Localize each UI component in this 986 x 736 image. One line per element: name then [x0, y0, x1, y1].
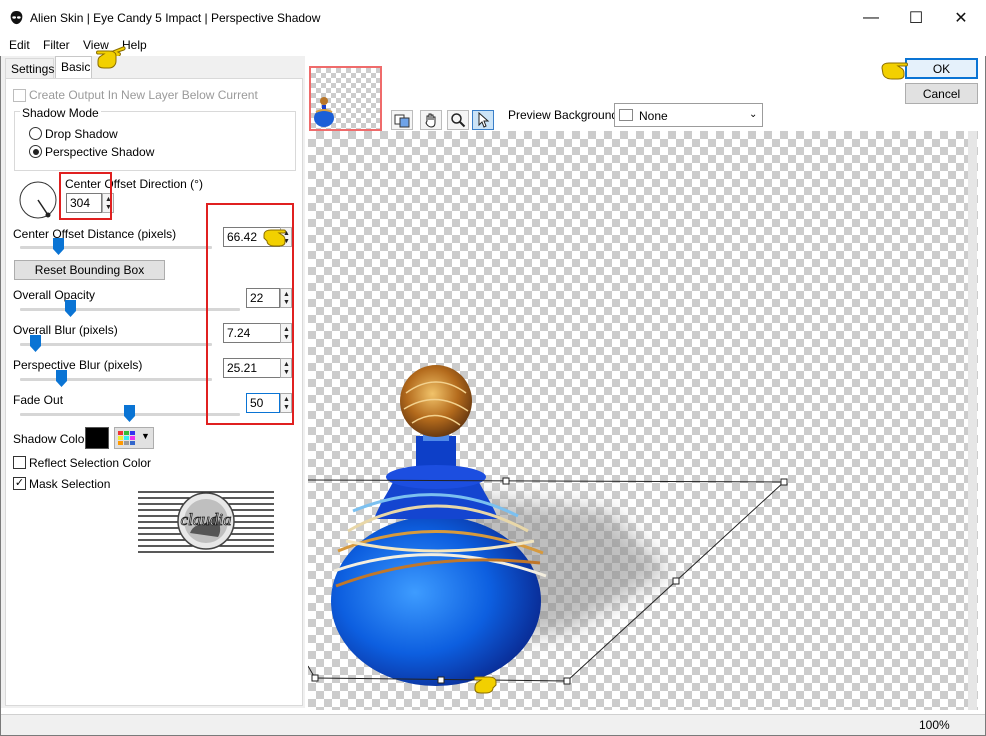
navigator-thumbnail[interactable] [309, 66, 382, 131]
distance-label: Center Offset Distance (pixels) [13, 227, 177, 241]
shadow-color-label: Shadow Color [13, 432, 89, 446]
shadow-color-swatch[interactable] [85, 427, 109, 449]
cancel-button[interactable]: Cancel [905, 83, 978, 104]
preview-background-label: Preview Background: [508, 108, 622, 122]
shadow-mode-label: Shadow Mode [20, 106, 101, 120]
color-palette-icon [118, 431, 135, 445]
zoom-tool-button[interactable] [447, 110, 469, 130]
distance-slider[interactable] [20, 246, 212, 249]
create-output-checkbox [13, 89, 26, 102]
annotation-box-direction [59, 172, 112, 220]
preview-image [307, 365, 788, 686]
hand-tool-button[interactable] [420, 110, 442, 130]
mask-selection-checkbox[interactable]: ✓ [13, 477, 26, 490]
arrow-tool-button[interactable] [472, 110, 494, 130]
reset-bounding-box-button[interactable]: Reset Bounding Box [14, 260, 165, 280]
pointing-hand-icon [474, 676, 497, 694]
drop-shadow-radio[interactable] [29, 127, 42, 140]
blur-label: Overall Blur (pixels) [13, 323, 118, 337]
chevron-down-icon: ▼ [141, 431, 150, 441]
thumbnail-bottle-image [314, 97, 334, 127]
arrow-icon [478, 112, 490, 128]
claudia-watermark-logo: claudia [138, 491, 274, 553]
perspective-blur-slider[interactable] [20, 378, 212, 381]
app-icon [10, 10, 23, 25]
tab-basic[interactable]: Basic [55, 56, 92, 79]
preview-scrollbar[interactable] [968, 131, 977, 710]
ok-button[interactable]: OK [905, 58, 978, 79]
drop-shadow-label: Drop Shadow [45, 127, 118, 141]
tab-settings[interactable]: Settings [5, 58, 54, 79]
preview-canvas[interactable] [307, 131, 978, 710]
shadow-mode-group [14, 111, 296, 171]
fade-out-label: Fade Out [13, 393, 64, 407]
preview-background-value: None [639, 109, 668, 123]
mask-selection-label: Mask Selection [29, 477, 111, 491]
zoom-icon [451, 113, 466, 128]
svg-text:claudia: claudia [181, 510, 232, 529]
annotation-box-values [206, 203, 294, 425]
hand-icon [425, 113, 436, 128]
preview-background-select[interactable]: None ⌄ [614, 103, 763, 127]
menu-filter[interactable]: Filter [43, 38, 70, 52]
preview-toggle-icon [394, 114, 410, 128]
chevron-down-icon: ⌄ [749, 109, 758, 120]
pointing-hand-icon [96, 50, 117, 69]
window-title: Alien Skin | Eye Candy 5 Impact | Perspe… [30, 11, 321, 25]
pointing-hand-icon [881, 62, 908, 80]
perspective-blur-label: Perspective Blur (pixels) [13, 358, 143, 372]
reflect-selection-label: Reflect Selection Color [29, 456, 152, 470]
preview-toggle-button[interactable] [391, 110, 413, 130]
opacity-label: Overall Opacity [13, 288, 96, 302]
status-bar [1, 714, 985, 735]
direction-dial[interactable] [18, 180, 58, 220]
blur-slider[interactable] [20, 343, 212, 346]
color-picker-button[interactable]: ▼ [114, 427, 154, 449]
create-output-label: Create Output In New Layer Below Current [29, 88, 258, 102]
background-swatch-icon [619, 109, 633, 121]
zoom-level: 100% [919, 718, 950, 732]
menu-bar [0, 36, 986, 56]
menu-edit[interactable]: Edit [9, 38, 30, 52]
minimize-button[interactable]: — [848, 0, 894, 36]
reflect-selection-checkbox[interactable] [13, 456, 26, 469]
close-button[interactable]: ✕ [938, 0, 984, 36]
perspective-shadow-label: Perspective Shadow [45, 145, 155, 159]
maximize-button[interactable]: ☐ [893, 0, 939, 36]
perspective-shadow-radio[interactable] [29, 145, 42, 158]
